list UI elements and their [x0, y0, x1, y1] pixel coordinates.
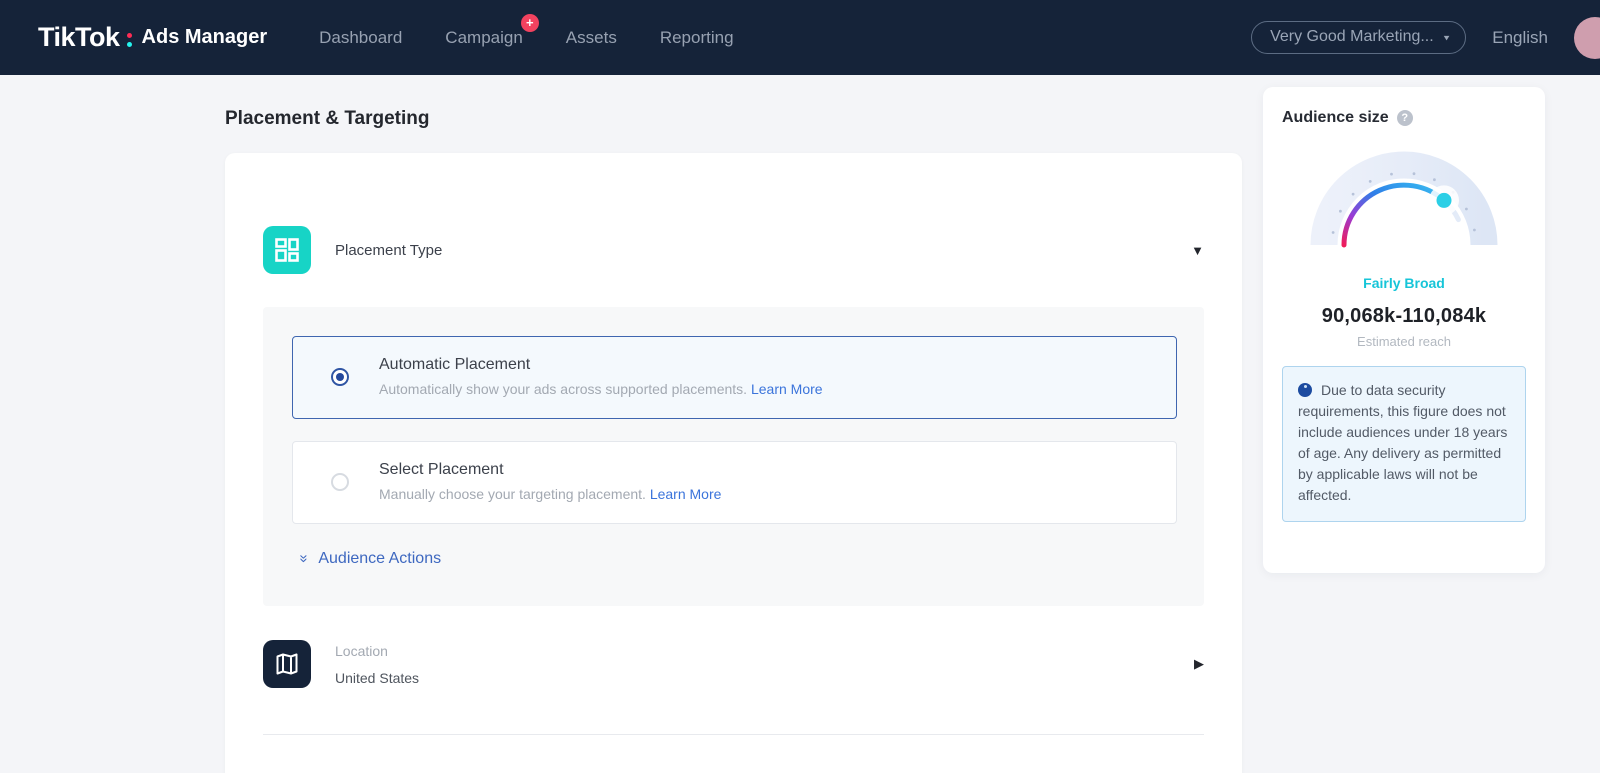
placement-options-panel: Automatic Placement Automatically show y…: [263, 307, 1204, 606]
select-learn-more-link[interactable]: Learn More: [650, 486, 722, 502]
expand-caret-icon[interactable]: ▶: [1194, 656, 1204, 672]
nav-item-campaign[interactable]: Campaign +: [443, 13, 539, 54]
radio-unselected-icon[interactable]: [331, 473, 349, 491]
campaign-plus-badge[interactable]: +: [520, 13, 539, 32]
ads-manager-label: Ads Manager: [141, 26, 268, 48]
audience-actions-label: Audience Actions: [318, 550, 442, 567]
placement-type-label: Placement Type: [335, 241, 443, 259]
double-chevron-icon: »: [295, 553, 313, 563]
audience-size-title: Audience size: [1282, 109, 1389, 126]
tiktok-wordmark: TikTok: [38, 22, 120, 52]
audience-level-badge: Fairly Broad: [1363, 275, 1445, 291]
nav-item-assets[interactable]: Assets: [564, 22, 619, 54]
automatic-placement-desc-text: Automatically show your ads across suppo…: [379, 381, 748, 397]
automatic-learn-more-link[interactable]: Learn More: [751, 381, 823, 397]
main-column: Placement & Targeting Placement Type ▼ A…: [225, 75, 1242, 773]
nav-right-group: Very Good Marketing... ▾ English: [1251, 16, 1600, 59]
page-title: Placement & Targeting: [225, 108, 430, 129]
placement-targeting-card: Placement Type ▼ Automatic Placement Aut…: [225, 153, 1242, 773]
audience-actions-toggle[interactable]: » Audience Actions: [296, 550, 442, 568]
content-area: Placement & Targeting Placement Type ▼ A…: [0, 75, 1600, 773]
audience-gauge: [1282, 141, 1526, 259]
chevron-down-icon: ▾: [1443, 32, 1450, 43]
language-selector[interactable]: English: [1492, 28, 1548, 48]
location-label: Location: [335, 642, 388, 659]
nav-item-campaign-label: Campaign: [445, 27, 523, 47]
location-value: United States: [335, 669, 420, 686]
automatic-placement-title: Automatic Placement: [379, 356, 531, 373]
option-select-placement[interactable]: Select Placement Manually choose your ta…: [292, 441, 1177, 524]
placement-type-row[interactable]: Placement Type ▼: [263, 153, 1204, 274]
audience-size-card: Audience size ? Fairly Broad 90,068k-110…: [1263, 87, 1545, 573]
estimated-reach-value: 90,068k-110,084k: [1321, 305, 1487, 327]
select-placement-desc-text: Manually choose your targeting placement…: [379, 486, 646, 502]
nav-item-dashboard[interactable]: Dashboard: [317, 22, 404, 54]
select-placement-title: Select Placement: [379, 461, 504, 478]
gauge-indicator-dot: [1436, 192, 1452, 208]
estimated-reach-caption: Estimated reach: [1357, 334, 1451, 349]
help-question-icon[interactable]: ?: [1396, 110, 1413, 126]
top-nav: TikTok Ads Manager Dashboard Campaign + …: [0, 0, 1600, 75]
collapse-caret-icon[interactable]: ▼: [1191, 243, 1204, 258]
tiktok-colon-icon: [126, 32, 132, 47]
account-selector[interactable]: Very Good Marketing... ▾: [1251, 21, 1467, 54]
location-row[interactable]: Location United States ▶: [263, 640, 1204, 688]
section-divider: [263, 734, 1204, 735]
nav-item-reporting[interactable]: Reporting: [658, 22, 736, 54]
tiktok-logo[interactable]: TikTok Ads Manager: [38, 22, 267, 53]
data-security-notice: Due to data security requirements, this …: [1282, 366, 1526, 522]
placement-grid-icon: [263, 226, 311, 274]
info-icon: [1298, 383, 1312, 397]
automatic-placement-desc: Automatically show your ads across suppo…: [379, 381, 823, 397]
map-icon: [263, 640, 311, 688]
notice-text: Due to data security requirements, this …: [1298, 382, 1508, 503]
option-automatic-placement[interactable]: Automatic Placement Automatically show y…: [292, 336, 1177, 419]
primary-nav: Dashboard Campaign + Assets Reporting: [317, 13, 736, 54]
radio-selected-icon[interactable]: [331, 368, 349, 386]
account-name: Very Good Marketing...: [1270, 28, 1434, 45]
select-placement-desc: Manually choose your targeting placement…: [379, 486, 721, 502]
avatar[interactable]: [1574, 16, 1600, 59]
